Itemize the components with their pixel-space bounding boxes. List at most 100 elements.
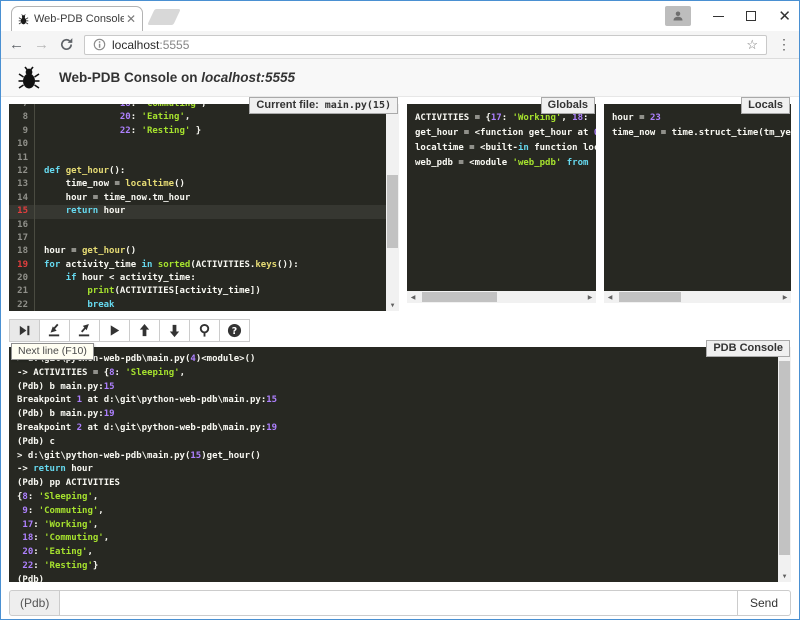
browser-address-toolbar: ← → localhost:5555 ☆ ⋮ (1, 31, 799, 59)
code-line: 16 (9, 219, 386, 232)
web-pdb-page: Web-PDB Console on localhost:5555 Curren… (1, 59, 799, 619)
step-into-button[interactable] (39, 319, 70, 342)
line-number[interactable]: 10 (9, 138, 35, 151)
send-button[interactable]: Send (738, 590, 791, 616)
minimize-button[interactable] (713, 16, 724, 17)
line-number[interactable]: 17 (9, 232, 35, 245)
line-number[interactable]: 16 (9, 219, 35, 232)
next-line-button[interactable] (9, 319, 40, 342)
scroll-right-icon[interactable]: ▶ (779, 291, 791, 303)
code-line: 20 if hour < activity_time: (9, 272, 386, 285)
locals-badge: Locals (741, 97, 790, 114)
step-into-icon (47, 323, 62, 338)
code-line: 9 22: 'Resting' } (9, 125, 386, 138)
current-file-panel: Current file: main.py(15) 7 18: 'Commuti… (9, 104, 399, 311)
return-button[interactable] (69, 319, 100, 342)
line-number[interactable]: 21 (9, 285, 35, 298)
locals-horizontal-scrollbar[interactable]: ◀ ▶ (604, 291, 791, 303)
line-number[interactable]: 22 (9, 299, 35, 311)
line-number[interactable]: 14 (9, 192, 35, 205)
back-button-icon[interactable]: ← (9, 37, 24, 52)
arrow-up-icon (137, 323, 152, 338)
code-line: 13 time_now = localtime() (9, 178, 386, 191)
globals-horizontal-scrollbar[interactable]: ◀ ▶ (407, 291, 596, 303)
console-line: Breakpoint 1 at d:\git\python-web-pdb\ma… (17, 394, 770, 408)
line-number[interactable]: 9 (9, 125, 35, 138)
console-line: get_hour = <function get_hour at 0x00000… (415, 126, 588, 141)
tab-close-icon[interactable]: ✕ (126, 13, 136, 25)
browser-titlebar: Web-PDB Console on lo ✕ ✕ (1, 1, 799, 31)
up-stack-button[interactable] (129, 319, 160, 342)
console-line: 18: 'Commuting', (17, 532, 770, 546)
url-host: localhost (112, 38, 159, 52)
console-line: -> ACTIVITIES = {8: 'Sleeping', (17, 367, 770, 381)
scroll-down-icon[interactable]: ▼ (386, 299, 399, 311)
console-line: (Pdb) c (17, 436, 770, 450)
down-stack-button[interactable] (159, 319, 190, 342)
console-line: 17: 'Working', (17, 519, 770, 533)
console-line: > d:\git\python-web-pdb\main.py(15)get_h… (17, 450, 770, 464)
pdb-prompt-label: (Pdb) (9, 590, 60, 616)
console-line: (Pdb) b main.py:15 (17, 381, 770, 395)
scroll-left-icon[interactable]: ◀ (604, 291, 616, 303)
pdb-console-panel: PDB Console > d:\git\python-web-pdb\main… (9, 347, 791, 582)
console-line: 20: 'Eating', (17, 546, 770, 560)
bug-favicon-icon (18, 14, 29, 25)
code-line: 19for activity_time in sorted(ACTIVITIES… (9, 259, 386, 272)
console-vertical-scrollbar[interactable]: ▲ ▼ (778, 347, 791, 582)
console-line: web_pdb = <module 'web_pdb' from 'd:\git… (415, 156, 588, 171)
step-out-icon (77, 323, 92, 338)
line-number-breakpoint[interactable]: 19 (9, 259, 35, 272)
where-button[interactable] (189, 319, 220, 342)
close-window-button[interactable]: ✕ (778, 9, 791, 24)
code-line: 11 (9, 152, 386, 165)
address-bar[interactable]: localhost:5555 ☆ (84, 35, 767, 55)
scroll-right-icon[interactable]: ▶ (584, 291, 596, 303)
console-line: 9: 'Commuting', (17, 505, 770, 519)
line-number-breakpoint[interactable]: 15 (9, 205, 35, 218)
console-line: localtime = <built-in function localtime… (415, 141, 588, 156)
line-number[interactable]: 7 (9, 104, 35, 111)
line-number[interactable]: 20 (9, 272, 35, 285)
console-line: time_now = time.struct_time(tm_year=2017… (612, 126, 783, 141)
svg-text:?: ? (232, 326, 237, 337)
line-number[interactable]: 18 (9, 245, 35, 258)
page-title-host: localhost:5555 (201, 70, 295, 85)
page-title: Web-PDB Console on localhost:5555 (59, 70, 295, 85)
console-line: > d:\git\python-web-pdb\main.py(4)<modul… (17, 353, 770, 367)
code-line: 15 return hour (9, 205, 386, 218)
forward-button-icon[interactable]: → (34, 37, 49, 52)
line-number[interactable]: 13 (9, 178, 35, 191)
command-input-bar: (Pdb) Send (9, 590, 791, 616)
tooltip: Next line (F10) (11, 343, 94, 360)
arrow-down-icon (167, 323, 182, 338)
debug-toolbar: ? Next line (F10) (9, 319, 791, 342)
page-info-icon[interactable] (93, 38, 106, 51)
bookmark-star-icon[interactable]: ☆ (746, 37, 758, 53)
continue-button[interactable] (99, 319, 130, 342)
question-icon: ? (227, 323, 242, 338)
profile-button[interactable] (665, 6, 691, 26)
console-line: 22: 'Resting'} (17, 560, 770, 574)
locals-panel: Locals hour = 23time_now = time.struct_t… (604, 104, 791, 311)
console-line: (Pdb) b main.py:19 (17, 408, 770, 422)
bug-logo-icon (17, 66, 41, 90)
new-tab-button[interactable] (147, 9, 180, 25)
browser-menu-icon[interactable]: ⋮ (777, 36, 791, 53)
command-input[interactable] (60, 590, 738, 616)
play-icon (107, 323, 122, 338)
scroll-down-icon[interactable]: ▼ (778, 570, 791, 582)
refresh-icon[interactable] (59, 37, 74, 52)
line-number[interactable]: 8 (9, 111, 35, 124)
line-number[interactable]: 12 (9, 165, 35, 178)
help-button[interactable]: ? (219, 319, 250, 342)
code-line: 22 break (9, 299, 386, 311)
code-line: 12def get_hour(): (9, 165, 386, 178)
scroll-left-icon[interactable]: ◀ (407, 291, 419, 303)
browser-tab[interactable]: Web-PDB Console on lo ✕ (11, 6, 143, 31)
tab-title: Web-PDB Console on lo (34, 13, 124, 25)
line-number[interactable]: 11 (9, 152, 35, 165)
url-port: :5555 (159, 38, 189, 52)
maximize-button[interactable] (746, 11, 756, 21)
code-vertical-scrollbar[interactable]: ▲ ▼ (386, 104, 399, 311)
